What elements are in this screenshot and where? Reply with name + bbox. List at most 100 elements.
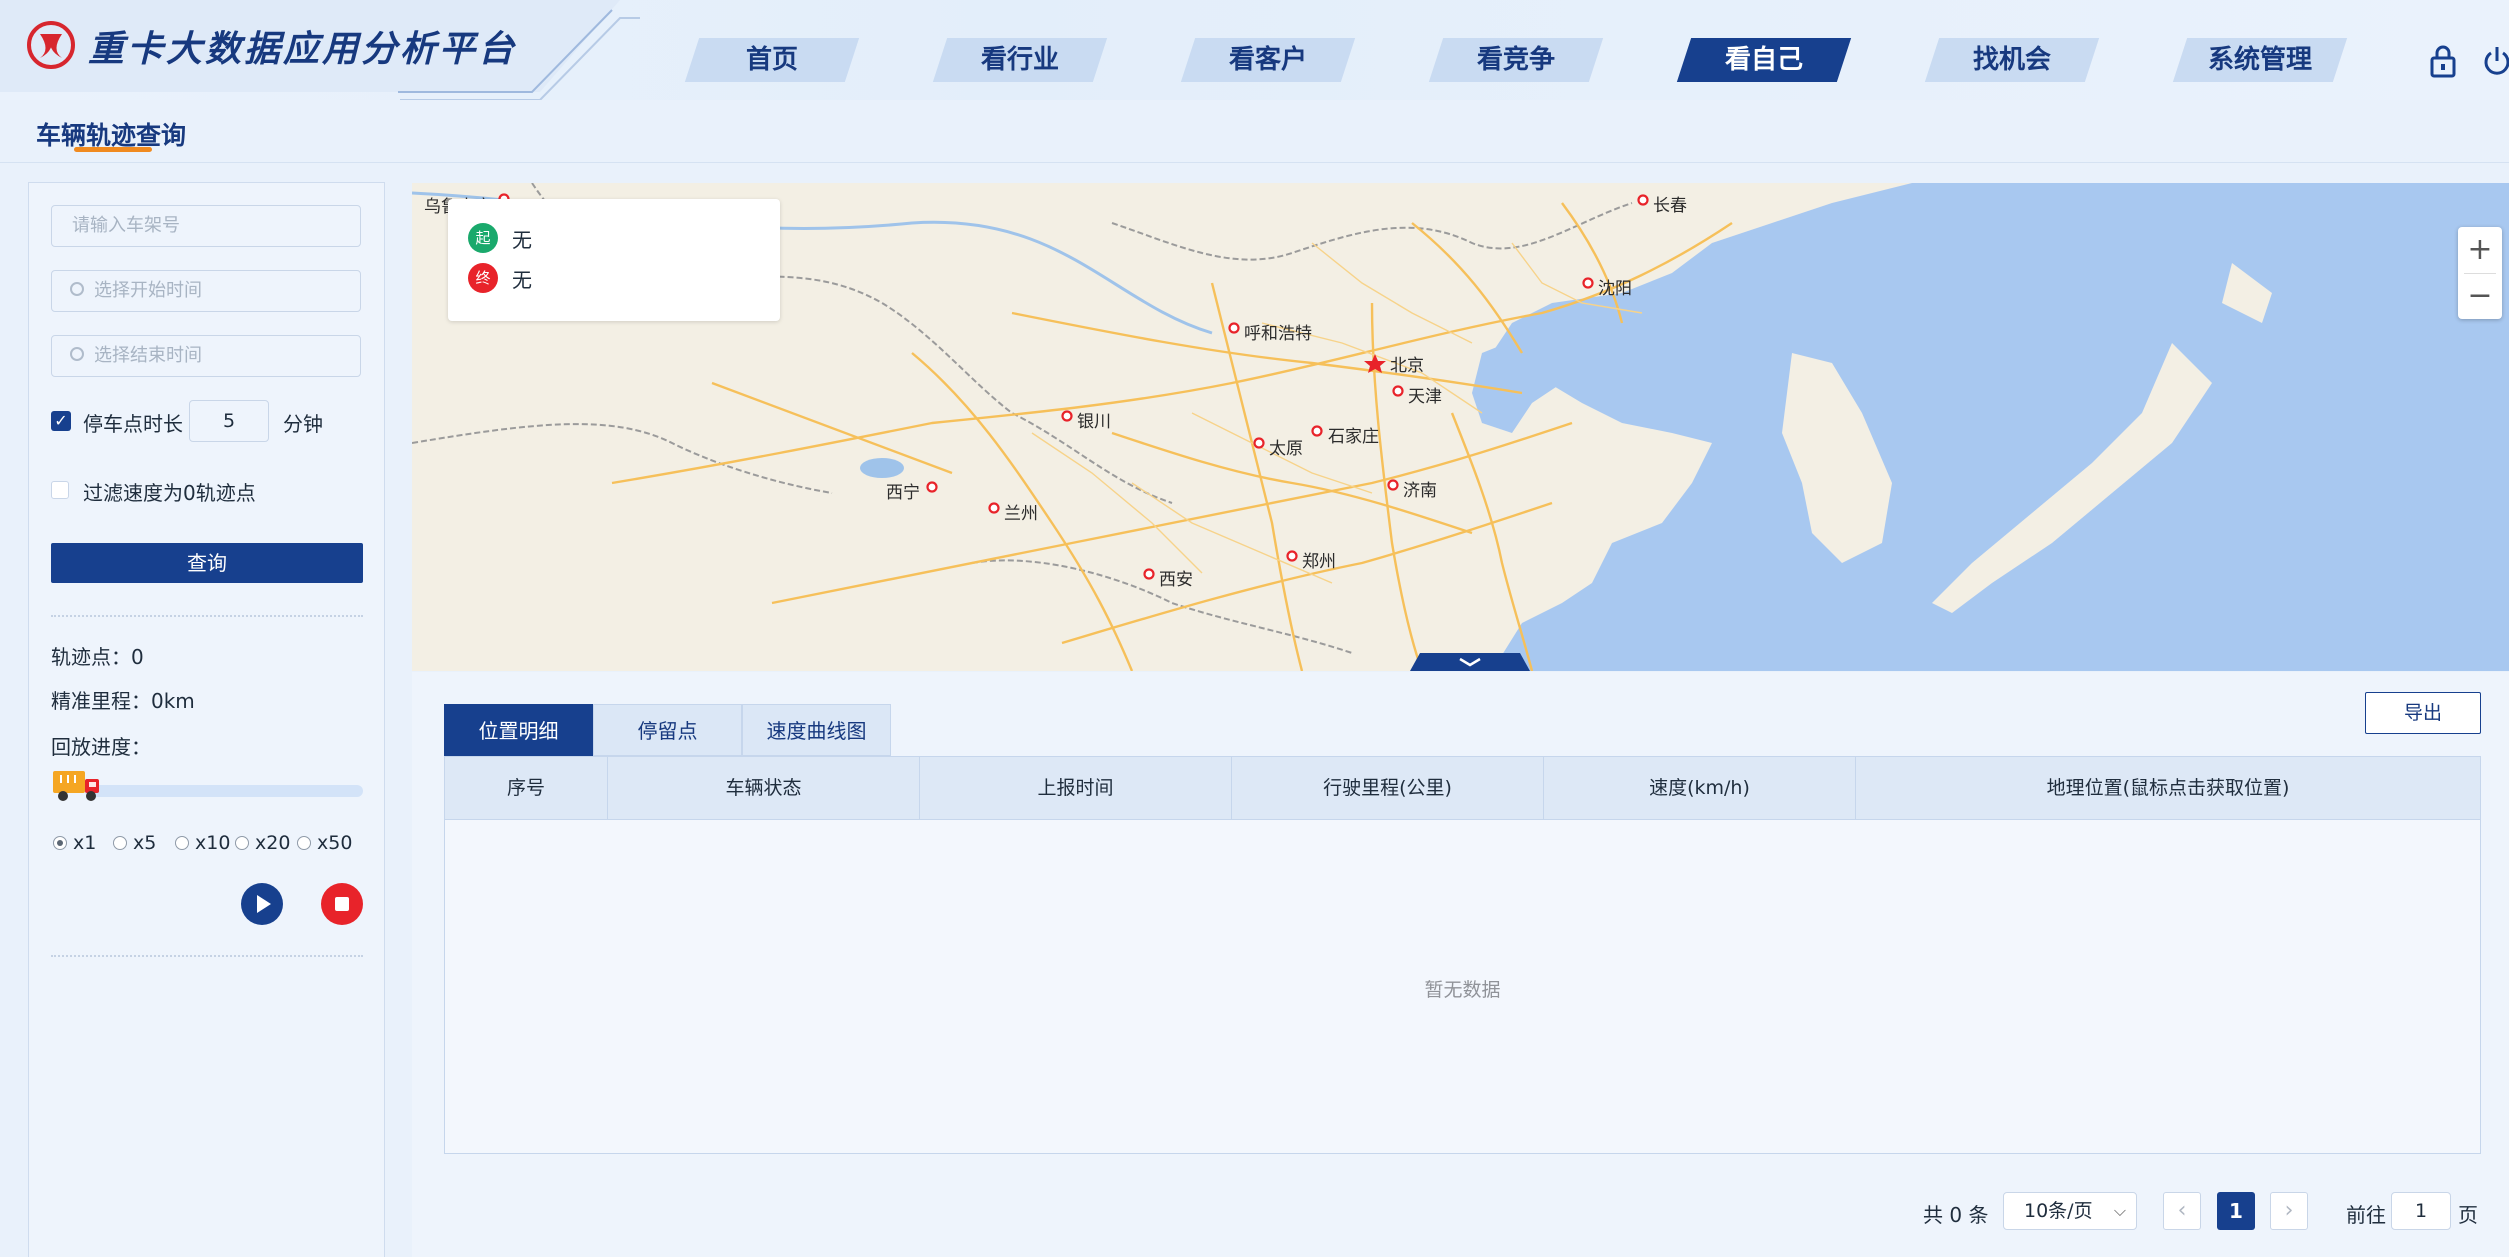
city-label: 西宁 [886, 483, 920, 503]
sub-header-bar [0, 100, 2509, 163]
collapse-map-toggle[interactable] [1410, 649, 1530, 671]
speed-label-x5: x5 [133, 832, 157, 854]
clock-icon [70, 282, 84, 296]
divider [51, 955, 363, 957]
location-table: 序号 车辆状态 上报时间 行驶里程(公里) 速度(km/h) 地理位置(鼠标点击… [444, 756, 2481, 1154]
column-header: 车辆状态 [608, 757, 920, 819]
speed-label-x20: x20 [255, 832, 291, 854]
clock-icon [70, 347, 84, 361]
column-header: 地理位置(鼠标点击获取位置) [2046, 777, 2290, 799]
speed-radio-x50[interactable] [297, 836, 311, 850]
chevron-down-icon: ⌵ [2113, 1201, 2126, 1220]
nav-label: 系统管理 [2207, 45, 2312, 75]
start-badge: 起 [468, 223, 498, 253]
goto-suffix: 页 [2458, 1203, 2478, 1227]
map-view[interactable]: 乌鲁木齐 长春 沈阳 呼和浩特 北京 天津 银川 石家庄 太原 西宁 兰州 济南… [412, 183, 2509, 671]
tab-location-detail[interactable]: 位置明细 [444, 704, 593, 756]
nav-item-customer[interactable]: 看客户 [1180, 38, 1356, 82]
start-time-placeholder: 选择开始时间 [94, 280, 202, 301]
lock-icon[interactable] [2428, 44, 2458, 78]
playback-progress-bar[interactable] [85, 785, 363, 797]
end-time-picker[interactable]: 选择结束时间 [51, 335, 361, 377]
page-number-current[interactable]: 1 [2217, 1192, 2255, 1230]
zoom-out-button[interactable]: − [2458, 273, 2502, 319]
next-page-button[interactable]: › [2270, 1192, 2308, 1230]
city-label: 呼和浩特 [1244, 324, 1312, 344]
nav-item-industry[interactable]: 看行业 [932, 38, 1108, 82]
table-header: 序号 车辆状态 上报时间 行驶里程(公里) 速度(km/h) 地理位置(鼠标点击… [445, 757, 2480, 820]
truck-icon[interactable] [51, 767, 103, 803]
city-label: 银川 [1077, 412, 1111, 432]
speed-radio-x5[interactable] [113, 836, 127, 850]
prev-page-button[interactable]: ‹ [2163, 1192, 2201, 1230]
city-label: 长春 [1653, 196, 1687, 216]
city-label: 济南 [1403, 481, 1437, 501]
page-title-underline [74, 147, 152, 152]
start-time-picker[interactable]: 选择开始时间 [51, 270, 361, 312]
vin-placeholder: 请输入车架号 [72, 215, 180, 236]
nav-item-opportunity[interactable]: 找机会 [1924, 38, 2100, 82]
tab-speed-curve[interactable]: 速度曲线图 [742, 704, 891, 756]
stop-duration-unit: 分钟 [283, 412, 323, 436]
filter-zero-speed-label: 过滤速度为0轨迹点 [83, 481, 256, 505]
speed-label-x1: x1 [73, 832, 97, 854]
track-points-count: 轨迹点：0 [51, 645, 144, 669]
page-size-select[interactable]: 10条/页 ⌵ [2003, 1192, 2137, 1230]
app-title: 重卡大数据应用分析平台 [88, 29, 518, 70]
speed-radio-x1[interactable] [53, 836, 67, 850]
zoom-control: + − [2458, 227, 2502, 319]
filter-zero-speed-checkbox[interactable] [51, 481, 69, 499]
speed-label-x50: x50 [317, 832, 353, 854]
playback-progress-label: 回放进度： [51, 735, 151, 759]
end-value: 无 [512, 268, 532, 292]
nav-label: 看行业 [980, 45, 1059, 75]
mileage-value: 精准里程：0km [51, 689, 195, 713]
column-header: 上报时间 [920, 757, 1232, 819]
city-label: 天津 [1408, 387, 1442, 407]
goto-page-input[interactable]: 1 [2391, 1192, 2451, 1230]
speed-radio-x10[interactable] [175, 836, 189, 850]
stop-duration-input[interactable]: 5 [189, 400, 269, 442]
stop-duration-label: 停车点时长 [83, 412, 183, 436]
stop-icon [335, 897, 349, 911]
nav-label: 看竞争 [1476, 45, 1555, 75]
nav-item-self[interactable]: 看自己 [1676, 38, 1852, 82]
start-value: 无 [512, 228, 532, 252]
zoom-in-button[interactable]: + [2458, 227, 2502, 273]
nav-item-home[interactable]: 首页 [684, 38, 860, 82]
tab-stop-points[interactable]: 停留点 [593, 704, 742, 756]
end-badge: 终 [468, 263, 498, 293]
query-panel: 请输入车架号 选择开始时间 选择结束时间 ✓ 停车点时长 5 分钟 过滤速度为0… [28, 182, 385, 1257]
stop-button[interactable] [321, 883, 363, 925]
city-label: 郑州 [1302, 552, 1336, 572]
top-header: 重卡大数据应用分析平台 首页 看行业 看客户 看竞争 看自己 找机会 系统管理 [0, 0, 2509, 100]
play-button[interactable] [241, 883, 283, 925]
nav-label: 找机会 [1972, 45, 2051, 75]
vin-input[interactable]: 请输入车架号 [51, 205, 361, 247]
column-header: 行驶里程(公里) [1232, 757, 1544, 819]
divider [51, 615, 363, 617]
city-label: 石家庄 [1328, 427, 1379, 447]
speed-radio-x20[interactable] [235, 836, 249, 850]
logo-icon [27, 21, 75, 69]
page-size-value: 10条/页 [2024, 1200, 2093, 1222]
nav-label: 看客户 [1228, 45, 1307, 75]
empty-state-text: 暂无数据 [1424, 979, 1501, 1001]
track-legend: 起 无 终 无 [448, 199, 780, 321]
nav-item-system[interactable]: 系统管理 [2172, 38, 2348, 82]
power-icon[interactable] [2482, 44, 2509, 78]
end-time-placeholder: 选择结束时间 [94, 345, 202, 366]
nav-item-competition[interactable]: 看竞争 [1428, 38, 1604, 82]
play-icon [257, 895, 271, 913]
nav-label: 看自己 [1724, 45, 1803, 75]
city-label: 北京 [1390, 356, 1424, 376]
city-label: 沈阳 [1598, 279, 1632, 299]
query-button[interactable]: 查询 [51, 543, 363, 583]
nav-label: 首页 [745, 45, 798, 75]
stop-duration-checkbox[interactable]: ✓ [51, 411, 71, 431]
city-label: 兰州 [1004, 504, 1038, 524]
city-label: 西安 [1159, 570, 1193, 590]
export-button[interactable]: 导出 [2365, 692, 2481, 734]
total-count: 共 0 条 [1923, 1203, 1989, 1227]
speed-label-x10: x10 [195, 832, 231, 854]
